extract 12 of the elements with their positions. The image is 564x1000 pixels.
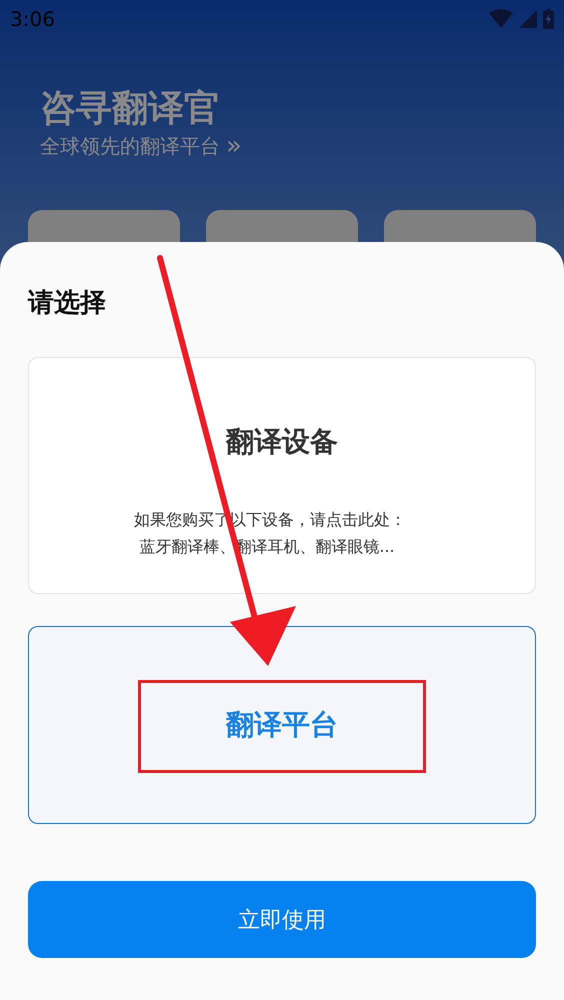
app-title: 咨寻翻译官 xyxy=(40,87,221,131)
wifi-icon xyxy=(489,9,513,29)
signal-icon xyxy=(519,10,537,28)
option-card[interactable]: 翻译平台 xyxy=(28,626,536,824)
use-now-button[interactable]: 立即使用 xyxy=(28,881,536,958)
app-subtitle: 全球领先的翻译平台 xyxy=(40,133,220,160)
chevron-icon[interactable]: » xyxy=(226,132,242,160)
battery-icon xyxy=(543,9,554,29)
sheet-title: 请选择 xyxy=(28,287,107,320)
option-title: 翻译平台 xyxy=(226,707,338,743)
status-time: 3:06 xyxy=(10,7,55,31)
option-title: 翻译设备 xyxy=(226,424,338,460)
